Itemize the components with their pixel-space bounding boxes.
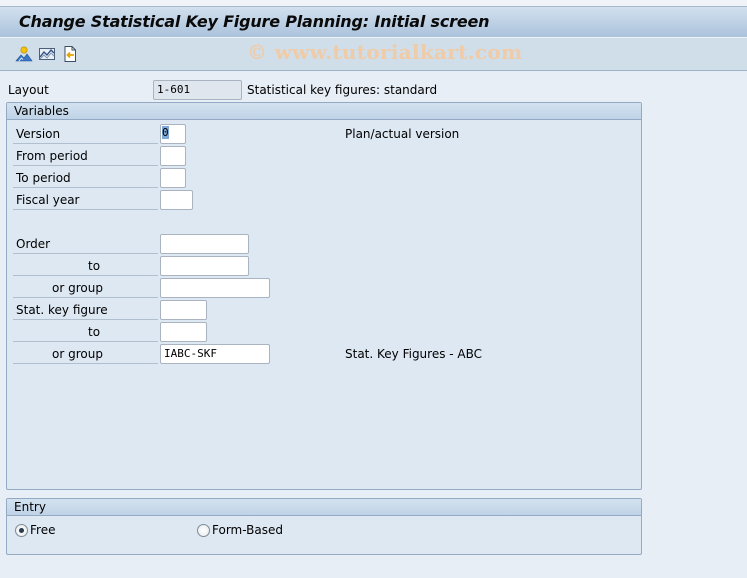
watermark: © www.tutorialkart.com	[247, 40, 523, 64]
variables-group: Variables	[6, 102, 642, 490]
stat-key-figure-to-row-line	[13, 341, 158, 342]
order-to-row-line	[13, 275, 158, 276]
version-value: 0	[162, 126, 169, 139]
title-bar: Change Statistical Key Figure Planning: …	[0, 7, 747, 38]
stat-key-figure-group-field[interactable]: IABC-SKF	[160, 344, 270, 364]
stat-key-figure-group-description: Stat. Key Figures - ABC	[345, 347, 483, 361]
stat-key-figure-group-row-line	[13, 363, 158, 364]
stat-key-figure-group-label: or group	[52, 347, 103, 361]
chart-button[interactable]	[38, 45, 56, 63]
application-toolbar: © www.tutorialkart.com	[0, 38, 747, 71]
free-radio[interactable]	[15, 524, 28, 537]
order-label: Order	[16, 237, 51, 251]
page-title: Change Statistical Key Figure Planning: …	[19, 12, 490, 31]
to-period-label: To period	[16, 171, 71, 185]
layout-field[interactable]: 1-601	[153, 80, 242, 100]
from-period-row-line	[13, 165, 158, 166]
fiscal-year-field[interactable]	[160, 190, 193, 210]
version-row-line	[13, 143, 158, 144]
version-label: Version	[16, 127, 61, 141]
to-period-field[interactable]	[160, 168, 186, 188]
entry-group: Entry	[6, 498, 642, 555]
order-group-field[interactable]	[160, 278, 270, 298]
free-radio-label[interactable]: Free	[30, 523, 55, 537]
order-to-field[interactable]	[160, 256, 249, 276]
from-period-field[interactable]	[160, 146, 186, 166]
person-button[interactable]	[15, 45, 33, 63]
entry-group-title: Entry	[7, 499, 641, 516]
order-from-field[interactable]	[160, 234, 249, 254]
order-group-label: or group	[52, 281, 103, 295]
chart-line-icon	[39, 48, 55, 60]
stat-key-figure-to-field[interactable]	[160, 322, 207, 342]
order-to-label: to	[88, 259, 101, 273]
stat-key-figure-to-label: to	[88, 325, 101, 339]
variables-group-title: Variables	[7, 103, 641, 120]
version-description: Plan/actual version	[345, 127, 460, 141]
layout-label: Layout	[8, 83, 49, 97]
stat-key-figure-label: Stat. key figure	[16, 303, 108, 317]
to-period-row-line	[13, 187, 158, 188]
form-based-radio[interactable]	[197, 524, 210, 537]
import-button[interactable]	[61, 45, 79, 63]
fiscal-year-row-line	[13, 209, 158, 210]
window-top-strip	[0, 0, 747, 7]
document-import-icon	[64, 46, 76, 62]
from-period-label: From period	[16, 149, 88, 163]
version-field[interactable]: 0	[160, 124, 186, 144]
person-icon	[15, 46, 33, 62]
fiscal-year-label: Fiscal year	[16, 193, 80, 207]
stat-key-figure-from-field[interactable]	[160, 300, 207, 320]
layout-description: Statistical key figures: standard	[247, 83, 438, 97]
stat-key-figure-row-line	[13, 319, 158, 320]
order-group-row-line	[13, 297, 158, 298]
order-row-line	[13, 253, 158, 254]
form-based-radio-label[interactable]: Form-Based	[212, 523, 283, 537]
